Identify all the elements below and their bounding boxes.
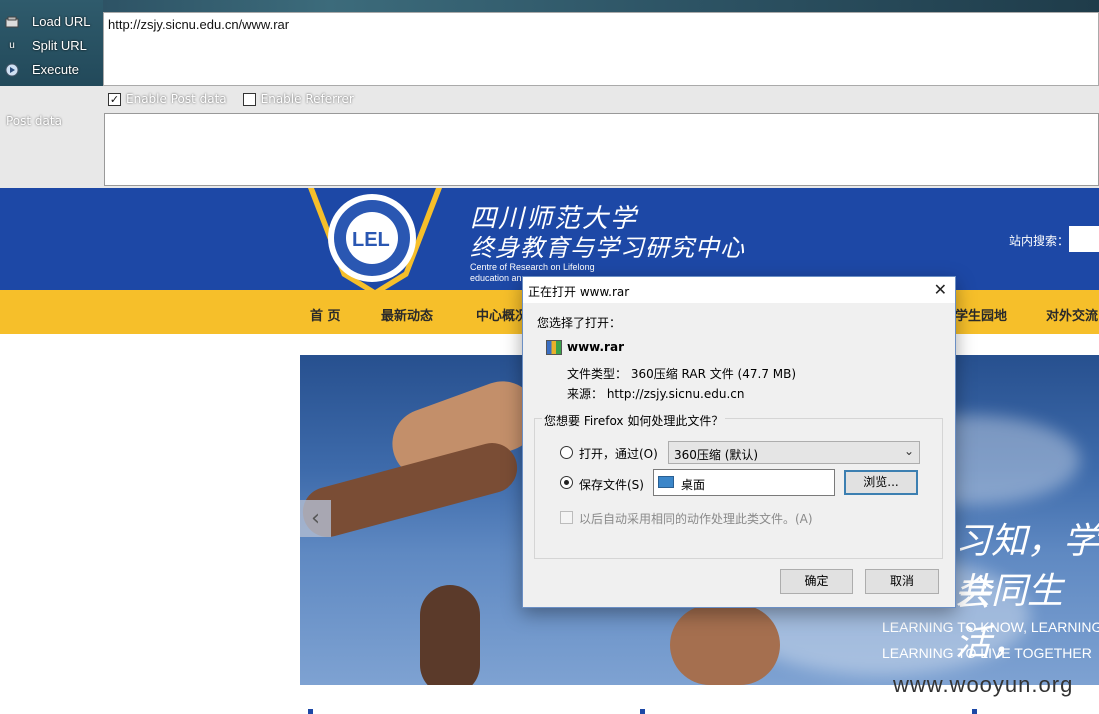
execute-button[interactable]: Execute — [4, 62, 79, 77]
load-url-button[interactable]: Load URL — [4, 14, 91, 29]
hackbar-panel: Load URL u Split URL Execute http://zsjy… — [0, 0, 1099, 188]
nav-about[interactable]: 中心概况 — [476, 305, 528, 324]
open-with-label[interactable]: 打开，通过(O) — [579, 445, 658, 462]
search-label: 站内搜索： — [1009, 234, 1070, 248]
load-url-label: Load URL — [32, 14, 91, 29]
screen: Load URL u Split URL Execute http://zsjy… — [0, 0, 1099, 714]
site-english-line1: Centre of Research on Lifelong — [470, 262, 595, 272]
enable-referrer-checkbox[interactable]: Enable Referrer — [242, 92, 354, 106]
execute-label: Execute — [32, 62, 79, 77]
action-question: 您想要 Firefox 如何处理此文件？ — [542, 412, 726, 429]
split-url-button[interactable]: u Split URL — [4, 38, 87, 53]
search-input[interactable] — [1069, 226, 1099, 252]
browse-button[interactable]: 浏览... — [844, 470, 918, 495]
hackbar-sidebar: Load URL u Split URL Execute — [0, 0, 103, 86]
cancel-button[interactable]: 取消 — [865, 569, 939, 594]
open-with-radio[interactable] — [560, 446, 573, 459]
banner-slogan-en-1: LEARNING TO KNOW, LEARNING — [882, 619, 1099, 635]
you-chose-label: 您选择了打开： — [537, 316, 622, 330]
footer-mark — [640, 709, 645, 714]
save-location-field[interactable]: 桌面 — [653, 469, 835, 496]
svg-text:LEL: LEL — [352, 229, 390, 251]
hackbar-menu-strip — [0, 0, 1099, 12]
enable-referrer-label: Enable Referrer — [260, 92, 354, 106]
url-input[interactable]: http://zsjy.sicnu.edu.cn/www.rar — [103, 12, 1099, 86]
split-url-label: Split URL — [32, 38, 87, 53]
nav-home[interactable]: 首 页 — [310, 305, 341, 324]
checkbox-empty-icon — [242, 92, 256, 106]
hackbar-options: ✓ Enable Post data Enable Referrer — [108, 92, 370, 106]
open-with-select[interactable]: 360压缩 (默认) ⌄ — [668, 441, 920, 464]
desktop-folder-icon — [658, 476, 674, 488]
ok-button[interactable]: 确定 — [780, 569, 853, 594]
save-location-value: 桌面 — [681, 478, 706, 492]
post-data-label: Post data — [6, 114, 62, 128]
enable-post-label: Enable Post data — [126, 92, 227, 106]
file-source: 来源： http://zsjy.sicnu.edu.cn — [567, 387, 745, 401]
banner-prev-button[interactable]: ‹ — [300, 500, 331, 537]
execute-icon — [4, 63, 20, 77]
nav-exchange[interactable]: 对外交流 — [1046, 305, 1098, 324]
dialog-titlebar: 正在打开 www.rar ✕ — [523, 277, 955, 303]
dialog-title: 正在打开 www.rar — [528, 285, 630, 299]
auto-action-checkbox[interactable] — [560, 511, 573, 524]
open-with-value: 360压缩 (默认) — [674, 448, 759, 462]
lel-logo[interactable]: LEL — [300, 188, 450, 300]
chevron-down-icon: ⌄ — [903, 444, 914, 458]
nav-students[interactable]: 学生园地 — [955, 305, 1007, 324]
save-file-radio[interactable] — [560, 476, 573, 489]
footer-mark — [972, 709, 977, 714]
site-subtitle: 终身教育与学习研究中心 — [470, 234, 745, 262]
enable-post-checkbox[interactable]: ✓ Enable Post data — [108, 92, 227, 106]
file-type: 文件类型： 360压缩 RAR 文件 (47.7 MB) — [567, 367, 797, 381]
banner-slogan-en-2: LEARNING TO LIVE TOGETHER — [882, 645, 1092, 661]
download-dialog: 正在打开 www.rar ✕ 您选择了打开： www.rar 文件类型： 360… — [522, 276, 956, 608]
auto-action-label: 以后自动采用相同的动作处理此类文件。(A) — [579, 512, 813, 526]
close-icon[interactable]: ✕ — [934, 280, 947, 299]
watermark: www.wooyun.org — [893, 672, 1074, 697]
file-name: www.rar — [567, 340, 624, 354]
footer-mark — [308, 709, 313, 714]
chevron-left-icon: ‹ — [311, 506, 320, 531]
split-url-icon: u — [9, 40, 15, 51]
checkmark-icon: ✓ — [108, 92, 121, 106]
post-data-input[interactable] — [104, 113, 1099, 186]
rar-file-icon — [546, 340, 562, 355]
nav-news[interactable]: 最新动态 — [381, 305, 433, 324]
save-file-label[interactable]: 保存文件(S) — [579, 476, 644, 493]
load-url-icon — [4, 15, 20, 29]
